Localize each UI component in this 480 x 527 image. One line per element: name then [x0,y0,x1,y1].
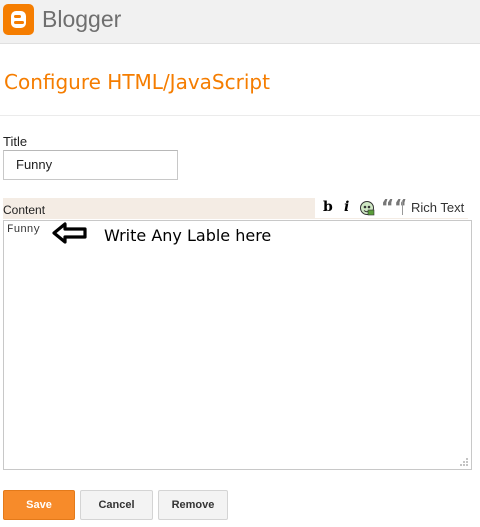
title-input[interactable]: Funny [3,150,178,180]
content-text: Funny [7,224,41,236]
app-name[interactable]: Blogger [42,6,121,33]
app-header: Blogger [0,0,480,44]
content-textarea[interactable]: Funny [3,220,472,470]
save-button[interactable]: Save [3,490,75,520]
divider [0,115,480,116]
left-arrow-icon [52,222,87,244]
annotation-text: Write Any Lable here [104,226,272,245]
italic-button[interactable]: i [344,199,349,215]
content-header-bar: Content b i ““ Rich Text [3,195,471,221]
toolbar-separator [402,201,403,215]
image-icon[interactable] [359,200,375,221]
remove-button[interactable]: Remove [158,490,228,520]
bold-button[interactable]: b [323,199,333,215]
editor-toolbar: b i ““ Rich Text [315,195,471,221]
resize-grip-icon[interactable] [459,457,469,467]
page-title: Configure HTML/JavaScript [4,70,270,94]
blogger-logo-icon[interactable] [3,4,34,35]
content-label: Content [3,203,46,217]
title-label: Title [3,134,28,149]
rich-text-link[interactable]: Rich Text [411,200,464,215]
quote-button[interactable]: ““ [381,195,407,219]
cancel-button[interactable]: Cancel [80,490,153,520]
